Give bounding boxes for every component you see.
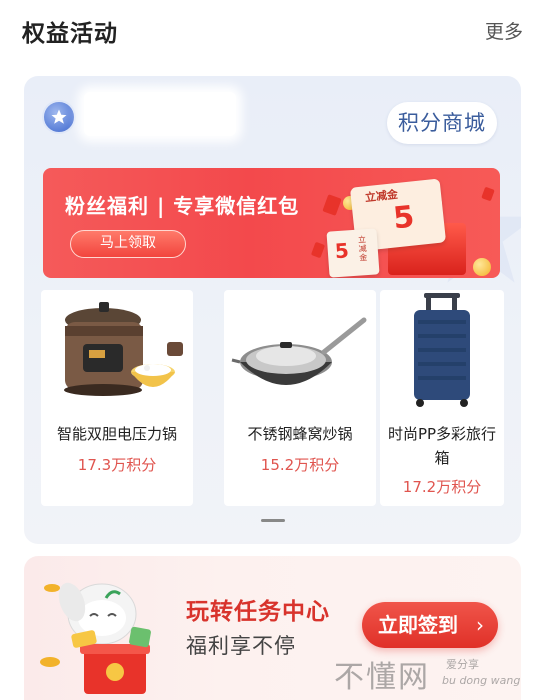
suitcase-icon bbox=[414, 293, 470, 407]
red-packet-icon bbox=[310, 241, 326, 259]
sign-in-label: 立即签到 bbox=[378, 613, 458, 637]
product-points: 17.3万积分 bbox=[77, 456, 157, 474]
site-watermark: 不懂网 爱分享 bu dong wang bbox=[334, 652, 539, 696]
watermark-pinyin: bu dong wang bbox=[442, 674, 521, 687]
carousel-indicator[interactable] bbox=[261, 519, 285, 522]
product-card[interactable]: 不锈钢蜂窝炒锅 15.2万积分 bbox=[224, 290, 376, 506]
fans-benefit-banner[interactable]: 粉丝福利 | 专享微信红包 马上领取 立减金 5 5 立减金 bbox=[43, 168, 500, 278]
red-packet-icon bbox=[322, 194, 342, 216]
task-center-title: 玩转任务中心 bbox=[186, 599, 330, 625]
wok-icon bbox=[231, 317, 367, 385]
section-header: 权益活动 更多 bbox=[0, 0, 545, 62]
mascot-gift-icon bbox=[40, 582, 151, 694]
benefits-card: 积分商城 粉丝福利 | 专享微信红包 马上领取 立减金 5 5 立减金 智能双胆… bbox=[24, 76, 521, 544]
watermark-logo-text: 不懂网 bbox=[334, 660, 430, 695]
more-link[interactable]: 更多 bbox=[485, 17, 523, 44]
watermark-slogan: 爱分享 bbox=[446, 658, 479, 671]
red-packet-icon bbox=[481, 186, 495, 202]
product-card[interactable]: 时尚PP多彩旅行箱 17.2万积分 bbox=[380, 290, 504, 506]
blurred-user-name bbox=[84, 92, 236, 136]
star-badge-icon bbox=[42, 100, 76, 134]
pressure-cooker-icon bbox=[64, 302, 183, 396]
product-card[interactable]: 智能双胆电压力锅 17.3万积分 bbox=[41, 290, 193, 506]
voucher-value: 5 bbox=[391, 199, 416, 237]
product-points: 15.2万积分 bbox=[260, 456, 340, 474]
points-mall-button[interactable]: 积分商城 bbox=[387, 102, 497, 144]
voucher-small-value: 5 bbox=[333, 238, 350, 264]
voucher-small-label: 立减金 bbox=[357, 235, 368, 263]
section-title: 权益活动 bbox=[22, 21, 118, 47]
voucher-card-small: 5 立减金 bbox=[326, 228, 380, 278]
banner-title: 粉丝福利 | 专享微信红包 bbox=[65, 194, 300, 218]
product-points: 17.2万积分 bbox=[402, 478, 482, 496]
product-name: 时尚PP多彩旅行箱 bbox=[387, 425, 497, 467]
product-carousel: 智能双胆电压力锅 17.3万积分 不锈钢蜂窝炒锅 15.2万积分 时尚PP多彩旅… bbox=[41, 290, 504, 506]
product-name: 不锈钢蜂窝炒锅 bbox=[247, 425, 353, 443]
task-center-subtitle: 福利享不停 bbox=[186, 634, 296, 658]
sign-in-button[interactable]: 立即签到 › bbox=[362, 602, 498, 648]
chevron-right-icon: › bbox=[476, 613, 484, 637]
claim-now-button[interactable]: 马上领取 bbox=[70, 230, 186, 258]
coin-icon bbox=[473, 258, 491, 276]
product-name: 智能双胆电压力锅 bbox=[56, 425, 177, 443]
